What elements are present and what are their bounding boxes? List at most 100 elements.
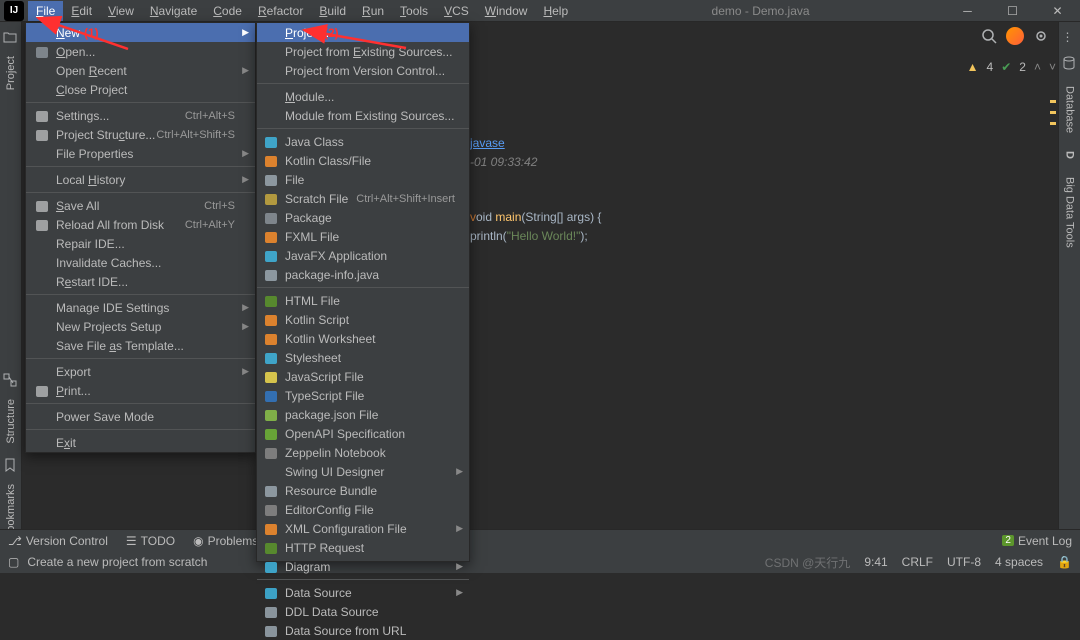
new-menu-item-14[interactable]: package-info.java [257,265,469,284]
new-menu-item-19[interactable]: Stylesheet [257,348,469,367]
editor-inspections[interactable]: ▲4 ✔2 ˄ ˅ [967,60,1056,74]
new-menu-item-4[interactable]: Module... [257,87,469,106]
chevron-down-icon[interactable]: ˅ [1049,60,1056,74]
more-icon[interactable]: ⋮ [1062,30,1078,46]
folder-icon[interactable] [3,30,19,46]
close-button[interactable]: ✕ [1035,0,1080,22]
new-menu-item-24[interactable]: Zeppelin Notebook [257,443,469,462]
file-menu-item-1[interactable]: Open... [26,42,255,61]
new-menu-item-22[interactable]: package.json File [257,405,469,424]
menu-navigate[interactable]: Navigate [142,1,205,21]
json-icon [263,407,279,423]
file-encoding[interactable]: UTF-8 [947,555,981,569]
top-toolbar [972,22,1058,50]
new-menu-item-21[interactable]: TypeScript File [257,386,469,405]
new-menu-item-5[interactable]: Module from Existing Sources... [257,106,469,125]
new-menu-item-32[interactable]: Data Source▶ [257,583,469,602]
file-menu-item-17[interactable]: Manage IDE Settings▶ [26,298,255,317]
todo-tab[interactable]: ☰TODO [126,534,175,548]
problems-tab[interactable]: ◉Problems [193,534,258,548]
user-avatar[interactable] [1006,27,1024,45]
new-menu-item-29[interactable]: HTTP Request [257,538,469,557]
new-menu-item-9[interactable]: File [257,170,469,189]
file-menu-item-6[interactable]: Project Structure...Ctrl+Alt+Shift+S [26,125,255,144]
indent-setting[interactable]: 4 spaces [995,555,1043,569]
new-menu-item-23[interactable]: OpenAPI Specification [257,424,469,443]
structure-tab[interactable]: Structure [5,395,17,448]
window-icon[interactable]: ▢ [8,555,19,569]
menu-file[interactable]: File [28,1,63,21]
folder-icon [263,210,279,226]
file-menu-item-11[interactable]: Save AllCtrl+S [26,196,255,215]
new-menu-item-8[interactable]: Kotlin Class/File [257,151,469,170]
file-menu-item-0[interactable]: New▶ [26,23,255,42]
version-control-tab[interactable]: ⎇Version Control [8,534,108,548]
new-menu-item-2[interactable]: Project from Version Control... [257,61,469,80]
menu-view[interactable]: View [100,1,142,21]
file-menu-item-19[interactable]: Save File as Template... [26,336,255,355]
line-separator[interactable]: CRLF [902,555,933,569]
d-tab[interactable]: D [1064,147,1076,163]
new-menu-item-7[interactable]: Java Class [257,132,469,151]
print-icon [34,383,50,399]
menu-tools[interactable]: Tools [392,1,436,21]
gear-icon[interactable] [1032,27,1050,45]
file-menu-item-22[interactable]: Print... [26,381,255,400]
bigdata-tab[interactable]: Big Data Tools [1064,173,1076,252]
new-menu-item-12[interactable]: FXML File [257,227,469,246]
file-menu-item-7[interactable]: File Properties▶ [26,144,255,163]
event-log-button[interactable]: 2Event Log [1002,534,1072,548]
file-menu-item-13[interactable]: Repair IDE... [26,234,255,253]
file-menu-item-24[interactable]: Power Save Mode [26,407,255,426]
file-menu-item-15[interactable]: Restart IDE... [26,272,255,291]
menu-edit[interactable]: Edit [63,1,100,21]
new-menu-item-18[interactable]: Kotlin Worksheet [257,329,469,348]
new-menu-item-25[interactable]: Swing UI Designer▶ [257,462,469,481]
new-menu-item-33[interactable]: DDL Data Source [257,602,469,621]
menu-code[interactable]: Code [205,1,250,21]
search-icon[interactable] [980,27,998,45]
menu-window[interactable]: Window [477,1,536,21]
new-menu-item-30[interactable]: Diagram▶ [257,557,469,576]
file-menu-item-3[interactable]: Close Project [26,80,255,99]
new-menu-item-0[interactable]: Project... [257,23,469,42]
new-menu-item-34[interactable]: Data Source from URL [257,621,469,640]
css-icon [263,350,279,366]
menu-refactor[interactable]: Refactor [250,1,311,21]
cursor-position[interactable]: 9:41 [864,555,887,569]
database-tab[interactable]: Database [1064,82,1076,137]
project-tab[interactable]: Project [5,52,17,94]
file-menu-item-14[interactable]: Invalidate Caches... [26,253,255,272]
menu-build[interactable]: Build [311,1,354,21]
menu-vcs[interactable]: VCS [436,1,477,21]
file-menu-item-12[interactable]: Reload All from DiskCtrl+Alt+Y [26,215,255,234]
maximize-button[interactable]: ☐ [990,0,1035,22]
new-menu-item-17[interactable]: Kotlin Script [257,310,469,329]
new-menu-item-27[interactable]: EditorConfig File [257,500,469,519]
fxml-icon [263,229,279,245]
chevron-up-icon[interactable]: ˄ [1034,60,1041,74]
file-menu-item-5[interactable]: Settings...Ctrl+Alt+S [26,106,255,125]
minimize-button[interactable]: ─ [945,0,990,22]
file-menu-item-26[interactable]: Exit [26,433,255,452]
new-menu-item-16[interactable]: HTML File [257,291,469,310]
menu-run[interactable]: Run [354,1,392,21]
new-menu-item-13[interactable]: JavaFX Application [257,246,469,265]
new-menu-item-20[interactable]: JavaScript File [257,367,469,386]
database-icon[interactable] [1062,56,1078,72]
file-menu-item-9[interactable]: Local History▶ [26,170,255,189]
diag-icon [263,559,279,575]
lock-icon[interactable]: 🔒 [1057,555,1072,569]
new-menu-item-1[interactable]: Project from Existing Sources... [257,42,469,61]
new-menu-item-28[interactable]: XML Configuration File▶ [257,519,469,538]
bookmark-icon[interactable] [3,458,19,474]
menu-help[interactable]: Help [535,1,576,21]
new-menu-item-26[interactable]: Resource Bundle [257,481,469,500]
structure-icon[interactable] [3,373,19,389]
new-menu-item-11[interactable]: Package [257,208,469,227]
new-menu-item-10[interactable]: Scratch FileCtrl+Alt+Shift+Insert [257,189,469,208]
file-menu-item-2[interactable]: Open Recent▶ [26,61,255,80]
c-blue-icon [263,248,279,264]
file-menu-item-18[interactable]: New Projects Setup▶ [26,317,255,336]
file-menu-item-21[interactable]: Export▶ [26,362,255,381]
